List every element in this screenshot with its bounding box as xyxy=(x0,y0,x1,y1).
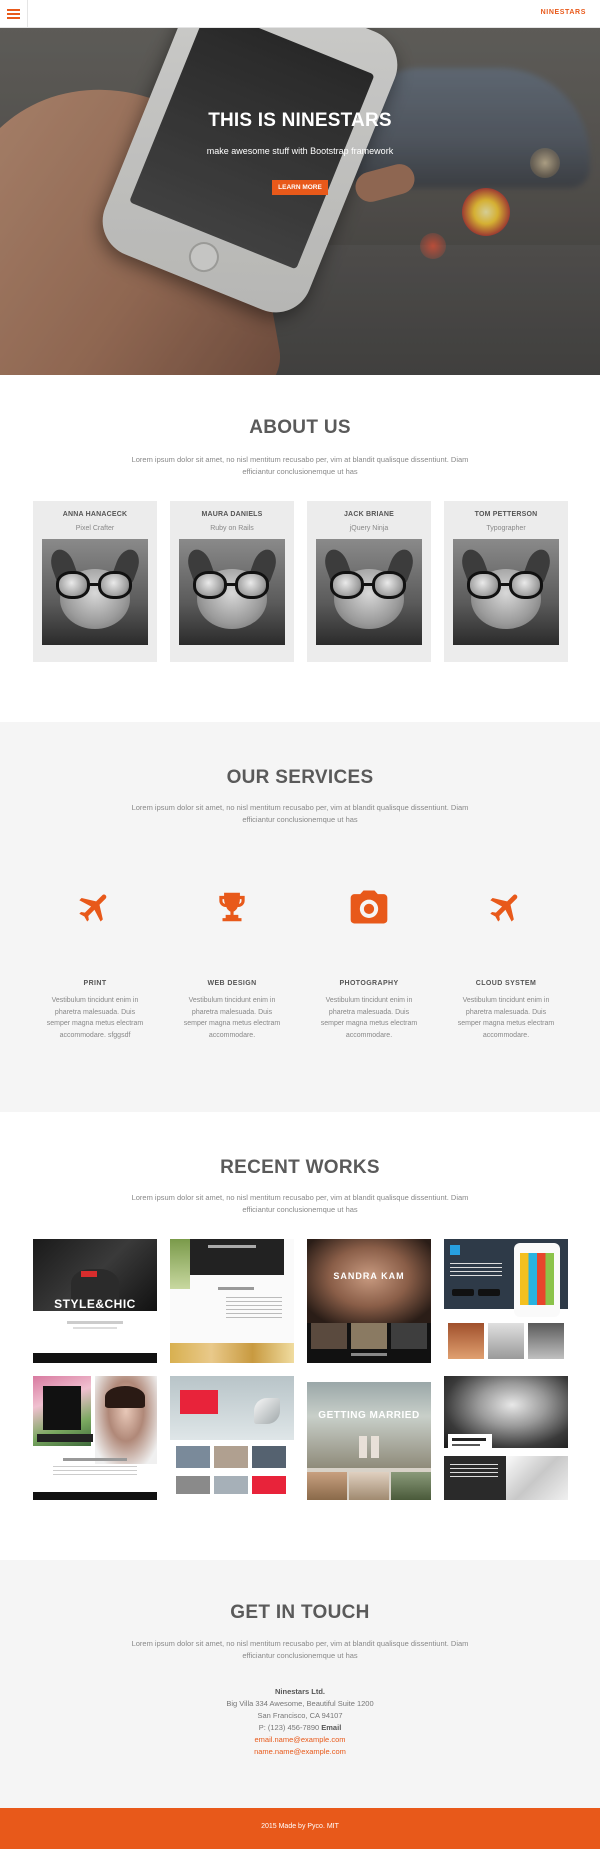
address-line: San Francisco, CA 94107 xyxy=(257,1711,343,1720)
work-thumbnail[interactable] xyxy=(170,1376,294,1500)
about-title: ABOUT US xyxy=(249,417,351,438)
member-photo xyxy=(42,539,148,645)
learn-more-button[interactable]: LEARN MORE xyxy=(272,180,328,195)
team-member-card: JACK BRIANE jQuery Ninja xyxy=(307,501,431,662)
footer: 2015 Made by Pyco. MIT xyxy=(0,1808,600,1849)
email-label: Email xyxy=(321,1723,342,1732)
work-thumbnail[interactable]: STYLE&CHIC xyxy=(33,1239,157,1363)
member-role: Ruby on Rails xyxy=(210,525,254,532)
member-name: TOM PETTERSON xyxy=(474,511,538,518)
member-role: Typographer xyxy=(486,525,526,532)
hamburger-icon[interactable] xyxy=(0,0,28,28)
contact-text: Lorem ipsum dolor sit amet, no nisl ment… xyxy=(131,1639,469,1660)
work-label: GETTING MARRIED xyxy=(318,1410,420,1421)
service-title: CLOUD SYSTEM xyxy=(475,980,537,987)
member-photo xyxy=(179,539,285,645)
email-link[interactable]: name.name@example.com xyxy=(254,1747,346,1756)
services-section: OUR SERVICES Lorem ipsum dolor sit amet,… xyxy=(0,722,600,1112)
address-line: Big Villa 334 Awesome, Beautiful Suite 1… xyxy=(226,1699,374,1708)
team-member-card: TOM PETTERSON Typographer xyxy=(444,501,568,662)
work-thumbnail[interactable] xyxy=(170,1239,294,1363)
contact-title: GET IN TOUCH xyxy=(230,1602,370,1623)
works-section: RECENT WORKS Lorem ipsum dolor sit amet,… xyxy=(0,1112,600,1560)
work-thumbnail[interactable] xyxy=(33,1376,157,1500)
member-role: jQuery Ninja xyxy=(349,525,389,532)
service-title: PHOTOGRAPHY xyxy=(339,980,399,987)
work-label: STYLE&CHIC xyxy=(54,1297,136,1311)
member-name: JACK BRIANE xyxy=(343,511,395,518)
footer-text: 2015 Made by Pyco. MIT xyxy=(261,1823,339,1830)
about-section: ABOUT US Lorem ipsum dolor sit amet, no … xyxy=(0,375,600,722)
email-link[interactable]: email.name@example.com xyxy=(255,1735,346,1744)
brand-logo[interactable]: NINESTARS xyxy=(541,9,586,16)
service-desc: Vestibulum tincidunt enim in pharetra ma… xyxy=(46,997,144,1039)
member-role: Pixel Crafter xyxy=(75,525,115,532)
member-name: ANNA HANACECK xyxy=(62,511,128,518)
hero-subtitle: make awesome stuff with Bootstrap framew… xyxy=(206,146,394,156)
member-name: MAURA DANIELS xyxy=(201,511,263,518)
service-desc: Vestibulum tincidunt enim in pharetra ma… xyxy=(320,997,418,1039)
service-desc: Vestibulum tincidunt enim in pharetra ma… xyxy=(457,997,555,1039)
contact-address: Ninestars Ltd. Big Villa 334 Awesome, Be… xyxy=(0,1686,600,1758)
company-name: Ninestars Ltd. xyxy=(274,1687,325,1696)
plane-icon xyxy=(481,882,531,932)
contact-section: GET IN TOUCH Lorem ipsum dolor sit amet,… xyxy=(0,1560,600,1808)
works-title: RECENT WORKS xyxy=(220,1157,380,1178)
work-thumbnail[interactable]: SANDRA KAM xyxy=(307,1239,431,1363)
trophy-icon xyxy=(207,882,257,932)
camera-icon xyxy=(344,882,394,932)
member-photo xyxy=(316,539,422,645)
work-thumbnail[interactable] xyxy=(444,1376,568,1500)
service-title: PRINT xyxy=(83,980,107,987)
works-text: Lorem ipsum dolor sit amet, no nisl ment… xyxy=(131,1193,469,1214)
phone-number: P: (123) 456-7890 xyxy=(258,1723,320,1732)
member-photo xyxy=(453,539,559,645)
service-title: WEB DESIGN xyxy=(207,980,257,987)
phone-line: P: (123) 456-7890 Email xyxy=(0,1722,600,1734)
hero-banner: THIS IS NINESTARS make awesome stuff wit… xyxy=(0,28,600,375)
team-member-card: ANNA HANACECK Pixel Crafter xyxy=(33,501,157,662)
top-navbar: NINESTARS xyxy=(0,0,600,28)
team-member-card: MAURA DANIELS Ruby on Rails xyxy=(170,501,294,662)
work-thumbnail[interactable]: GETTING MARRIED xyxy=(307,1376,431,1500)
plane-icon xyxy=(70,882,120,932)
services-title: OUR SERVICES xyxy=(226,767,374,788)
services-text: Lorem ipsum dolor sit amet, no nisl ment… xyxy=(131,803,469,824)
hero-title: THIS IS NINESTARS xyxy=(208,110,392,131)
work-label: SANDRA KAM xyxy=(333,1271,405,1281)
about-text: Lorem ipsum dolor sit amet, no nisl ment… xyxy=(131,455,469,476)
service-desc: Vestibulum tincidunt enim in pharetra ma… xyxy=(183,997,281,1039)
work-thumbnail[interactable] xyxy=(444,1239,568,1363)
